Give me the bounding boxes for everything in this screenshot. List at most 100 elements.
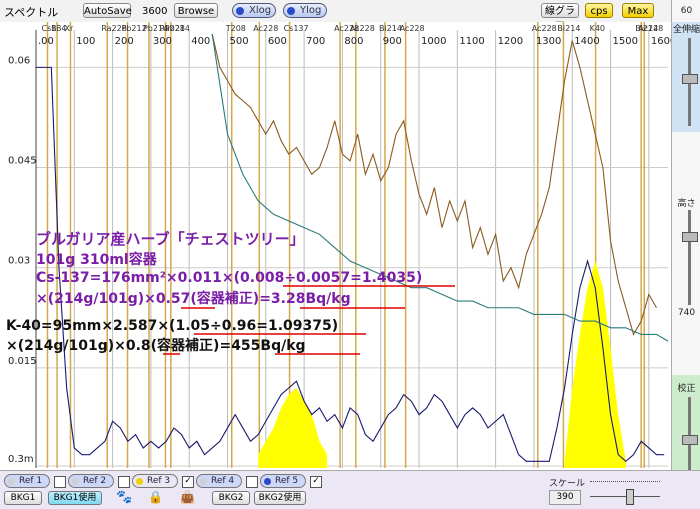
radio-icon [287,7,295,15]
ref4-checkbox[interactable] [246,476,258,488]
nuclide-label: Xr [64,24,73,33]
ref2-checkbox[interactable] [118,476,130,488]
x-tick-label: .00 [38,36,54,47]
height-value: 740 [677,308,696,318]
toolbar: スペクトル AutoSave 3600 Browse Xlog Ylog 線グラ… [0,0,700,32]
app-title: スペクトル [4,6,59,19]
calib-label: 校正 [677,384,696,394]
full-scale-label: 全伸縮 [672,25,700,35]
radio-icon [200,478,207,485]
annotation-title: ブルガリア産ハーブ「チェストツリー」 [36,230,305,248]
x-tick-label: 900 [383,36,402,47]
x-tick-label: 1400 [574,36,599,47]
radio-icon [72,478,79,485]
x-tick-label: 600 [268,36,287,47]
x-tick-label: 700 [306,36,325,47]
ylog-toggle[interactable]: Ylog [283,3,327,18]
nuclide-label: Bi214 [379,24,402,33]
xlog-toggle[interactable]: Xlog [232,3,276,18]
scale-ticks-top [590,481,660,482]
nuclide-label-layer: Cs134Bi Xr Ra226Pb212Pb214Ra228Pb214 T208 Ac… [41,24,663,33]
browse-button[interactable]: Browse [174,3,218,18]
bkg1-button[interactable]: BKG1 [4,491,42,505]
scale-value: 390 [549,490,581,505]
x-tick-label: 800 [344,36,363,47]
ylog-label: Ylog [300,5,322,16]
scale-label: スケール [549,479,586,489]
x-tick-label: 200 [115,36,134,47]
max-button[interactable]: Max [622,3,654,18]
nuclide-label: Ac228 [638,24,663,33]
bag-icon[interactable]: 👜 [180,490,195,504]
ref5-label: Ref 5 [275,476,299,486]
scale-thumb[interactable] [626,489,634,505]
full-scale-thumb[interactable] [682,74,698,84]
ref3-toggle[interactable]: Ref 3 [132,474,178,488]
bkg1-use-button[interactable]: BKG1使用 [48,491,102,505]
y-tick-label: 0.3m [8,454,34,465]
lock-icon[interactable]: 🔒 [148,490,163,504]
autosave-button[interactable]: AutoSave [83,3,132,18]
x-tick-label: 400 [191,36,210,47]
x-tick-label: 1600 [651,36,671,47]
ref1-toggle[interactable]: Ref 1 [4,474,50,488]
annotation-k-line1: K-40=95mm×2.587×(1.05÷0.96=1.09375) [6,318,338,334]
radio-icon [236,7,244,15]
y-tick-label: 0.015 [8,356,37,367]
annotation-cs-line2: ×(214g/101g)×0.57(容器補正)=3.28Bq/kg [36,290,351,307]
line-graph-button[interactable]: 線グラフ [541,3,579,32]
x-tick-label: 1200 [498,36,523,47]
ref3-label: Ref 3 [147,476,171,486]
bkg2-button[interactable]: BKG2 [212,491,250,505]
calib-thumb[interactable] [682,435,698,445]
ref1-label: Ref 1 [19,476,43,486]
x-tick-label: 1300 [536,36,561,47]
paw-icon[interactable]: 🐾 [116,490,132,505]
ref5-checkbox[interactable]: ✓ [310,476,322,488]
x-tick-label: 1500 [613,36,638,47]
x-tick-label: 500 [230,36,249,47]
ref2-label: Ref 2 [83,476,107,486]
top-value: 60 [680,6,693,16]
annotation-k-line2: ×(214g/101g)×0.8(容器補正)=455Bq/kg [6,337,306,354]
annotation-sample: 101g 310ml容器 [36,251,158,268]
right-panel: 60 全伸縮 高さ 740 校正 630 [671,0,700,508]
ref3-checkbox[interactable]: ✓ [182,476,194,488]
nuclide-label: T208 [225,24,246,33]
xlog-label: Xlog [249,5,272,16]
height-label: 高さ [677,199,696,209]
nuclide-label: Ac228 [532,24,557,33]
ref1-checkbox[interactable] [54,476,66,488]
nuclide-label: Ac228 [253,24,278,33]
nuclide-label: Ac228 [350,24,375,33]
ref5-toggle[interactable]: Ref 5 [260,474,306,488]
radio-icon [264,478,271,485]
ref4-toggle[interactable]: Ref 4 [196,474,242,488]
radio-icon [136,478,143,485]
bkg2-use-button[interactable]: BKG2使用 [254,491,306,505]
y-tick-label: 0.03 [8,256,30,267]
nuclide-label: Bi [51,24,59,33]
scale-track[interactable] [590,496,660,497]
time-value: 3600 [142,6,168,17]
nuclide-label: Bi214 [557,24,580,33]
ref2-toggle[interactable]: Ref 2 [68,474,114,488]
y-tick-label: 0.045 [8,156,37,167]
height-track[interactable] [688,210,691,305]
spectrum-chart[interactable]: .00 100 200 300 400 500 600 700 800 900 1000 1100 12… [0,22,671,470]
y-tick-label: 0.06 [8,55,30,66]
radio-icon [8,478,15,485]
nuclide-label: K40 [590,24,605,33]
height-thumb[interactable] [682,232,698,242]
cps-button[interactable]: cps [585,3,613,18]
ref4-label: Ref 4 [211,476,235,486]
annotation-cs-line1: Cs-137=176mm²×0.011×(0.008÷0.0057=1.4035… [36,270,422,286]
full-scale-panel: 全伸縮 [672,22,700,132]
nuclide-label: Cs137 [284,24,309,33]
nuclide-label: Ac228 [400,24,425,33]
x-tick-label: 100 [76,36,95,47]
x-tick-label: 1000 [421,36,446,47]
nuclide-label: Pb214 [165,24,190,33]
x-tick-label: 300 [153,36,172,47]
x-tick-label: 1100 [459,36,484,47]
